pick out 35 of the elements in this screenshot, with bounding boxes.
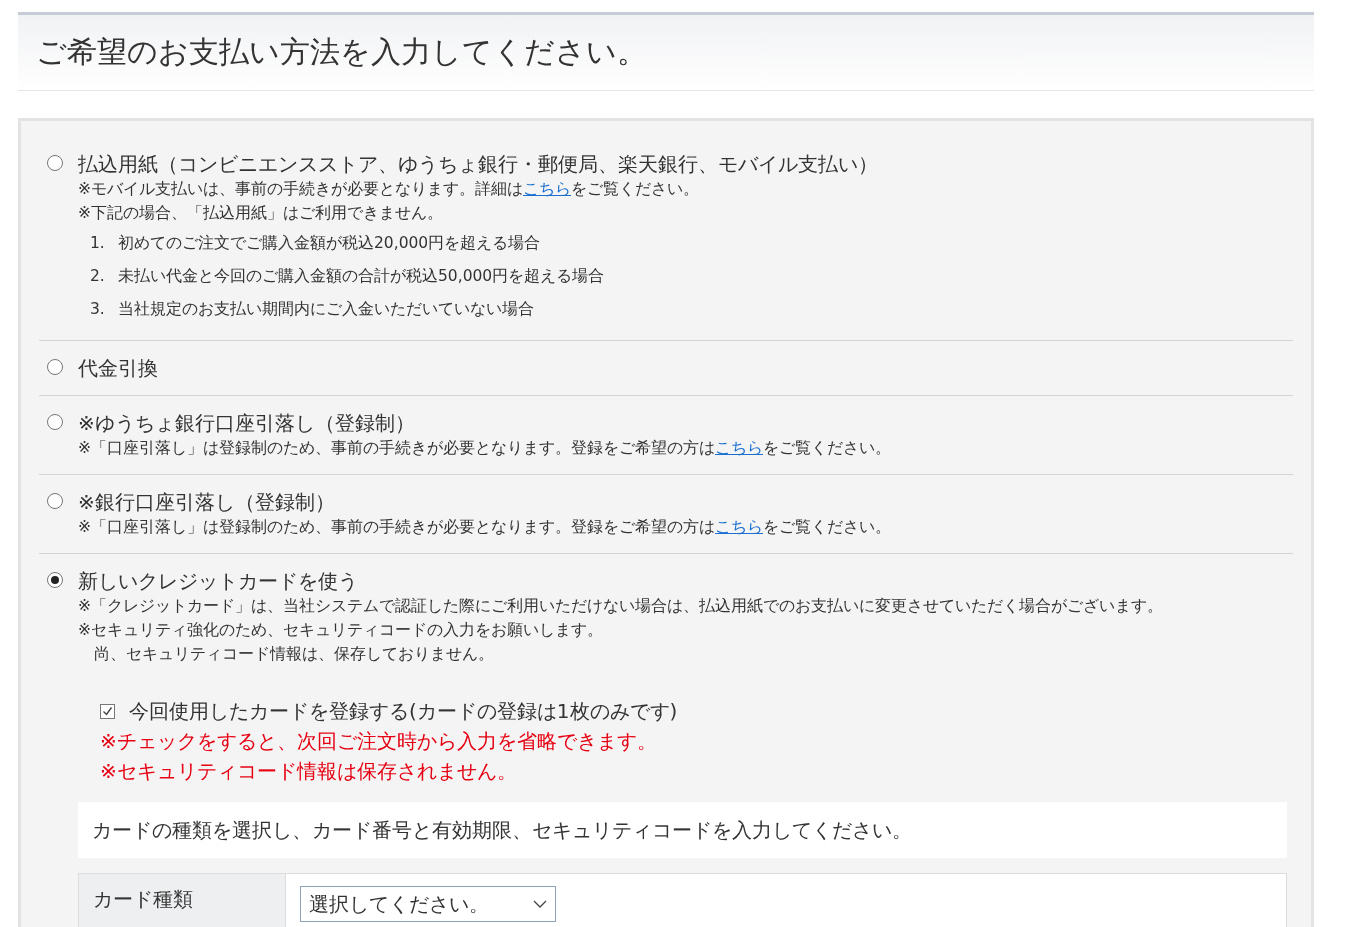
payment-option-label: ※ゆうちょ銀行口座引落し（登録制） bbox=[78, 410, 416, 436]
warning-text: ※チェックをすると、次回ご注文時から入力を省略できます。 bbox=[100, 728, 658, 755]
note-text: ※「口座引落し」は登録制のため、事前の手続きが必要となります。登録をご希望の方はこちら をご覧ください。 bbox=[78, 438, 892, 459]
radio-button[interactable] bbox=[47, 414, 63, 430]
note-text: ※セキュリティ強化のため、セキュリティコードの入力をお願いします。 bbox=[78, 620, 604, 641]
payment-option-label: 新しいクレジットカードを使う bbox=[78, 568, 359, 594]
page-heading: ご希望のお支払い方法を入力してください。 bbox=[18, 12, 1314, 91]
list-number: 2. bbox=[90, 266, 106, 287]
payment-option-label: 払込用紙（コンビニエンスストア、ゆうちょ銀行・郵便局、楽天銀行、モバイル支払い） bbox=[78, 151, 879, 177]
note-text: 尚、セキュリティコード情報は、保存しておりません。 bbox=[93, 644, 495, 665]
card-type-select[interactable]: 選択してください。 bbox=[300, 886, 556, 922]
details-link[interactable]: こちら bbox=[715, 439, 763, 457]
note-text: ※「口座引落し」は登録制のため、事前の手続きが必要となります。登録をご希望の方はこちら をご覧ください。 bbox=[78, 517, 892, 538]
payment-option-label: 代金引換 bbox=[78, 355, 159, 381]
note-text: ※「クレジットカード」は、当社システムで認証した際にご利用いただけない場合は、払込用紙でのお支払いに変更させていただく場合がございます。 bbox=[78, 596, 1164, 617]
details-link[interactable]: こちら bbox=[523, 180, 571, 198]
note-text: ※モバイル支払いは、事前の手続きが必要となります。詳細はこちら をご覧ください。 bbox=[78, 179, 700, 200]
radio-button[interactable] bbox=[47, 493, 63, 509]
list-number: 3. bbox=[90, 299, 106, 320]
condition-text: 当社規定のお支払い期間内にご入金いただいていない場合 bbox=[118, 299, 534, 320]
list-number: 1. bbox=[90, 233, 106, 254]
radio-button[interactable] bbox=[47, 359, 63, 375]
note-text: ※下記の場合、「払込用紙」はご利用できません。 bbox=[78, 203, 444, 224]
checkbox[interactable] bbox=[100, 703, 115, 719]
radio-button[interactable] bbox=[47, 572, 63, 588]
condition-text: 初めてのご注文でご購入金額が税込20,000円を超える場合 bbox=[118, 233, 541, 254]
instruction-panel: カードの種類を選択し、カード番号と有効期限、セキュリティコードを入力してください。 bbox=[78, 802, 1287, 858]
chevron-down-icon bbox=[533, 900, 547, 908]
details-link[interactable]: こちら bbox=[715, 518, 763, 536]
radio-button[interactable] bbox=[47, 155, 63, 171]
warning-text: ※セキュリティコード情報は保存されません。 bbox=[100, 758, 518, 785]
payment-option-label: ※銀行口座引落し（登録制） bbox=[78, 489, 336, 515]
checkbox-label: 今回使用したカードを登録する(カードの登録は1枚のみです) bbox=[129, 698, 678, 725]
field-label: カード種類 bbox=[79, 874, 286, 927]
condition-text: 未払い代金と今回のご購入金額の合計が税込50,000円を超える場合 bbox=[118, 266, 605, 287]
